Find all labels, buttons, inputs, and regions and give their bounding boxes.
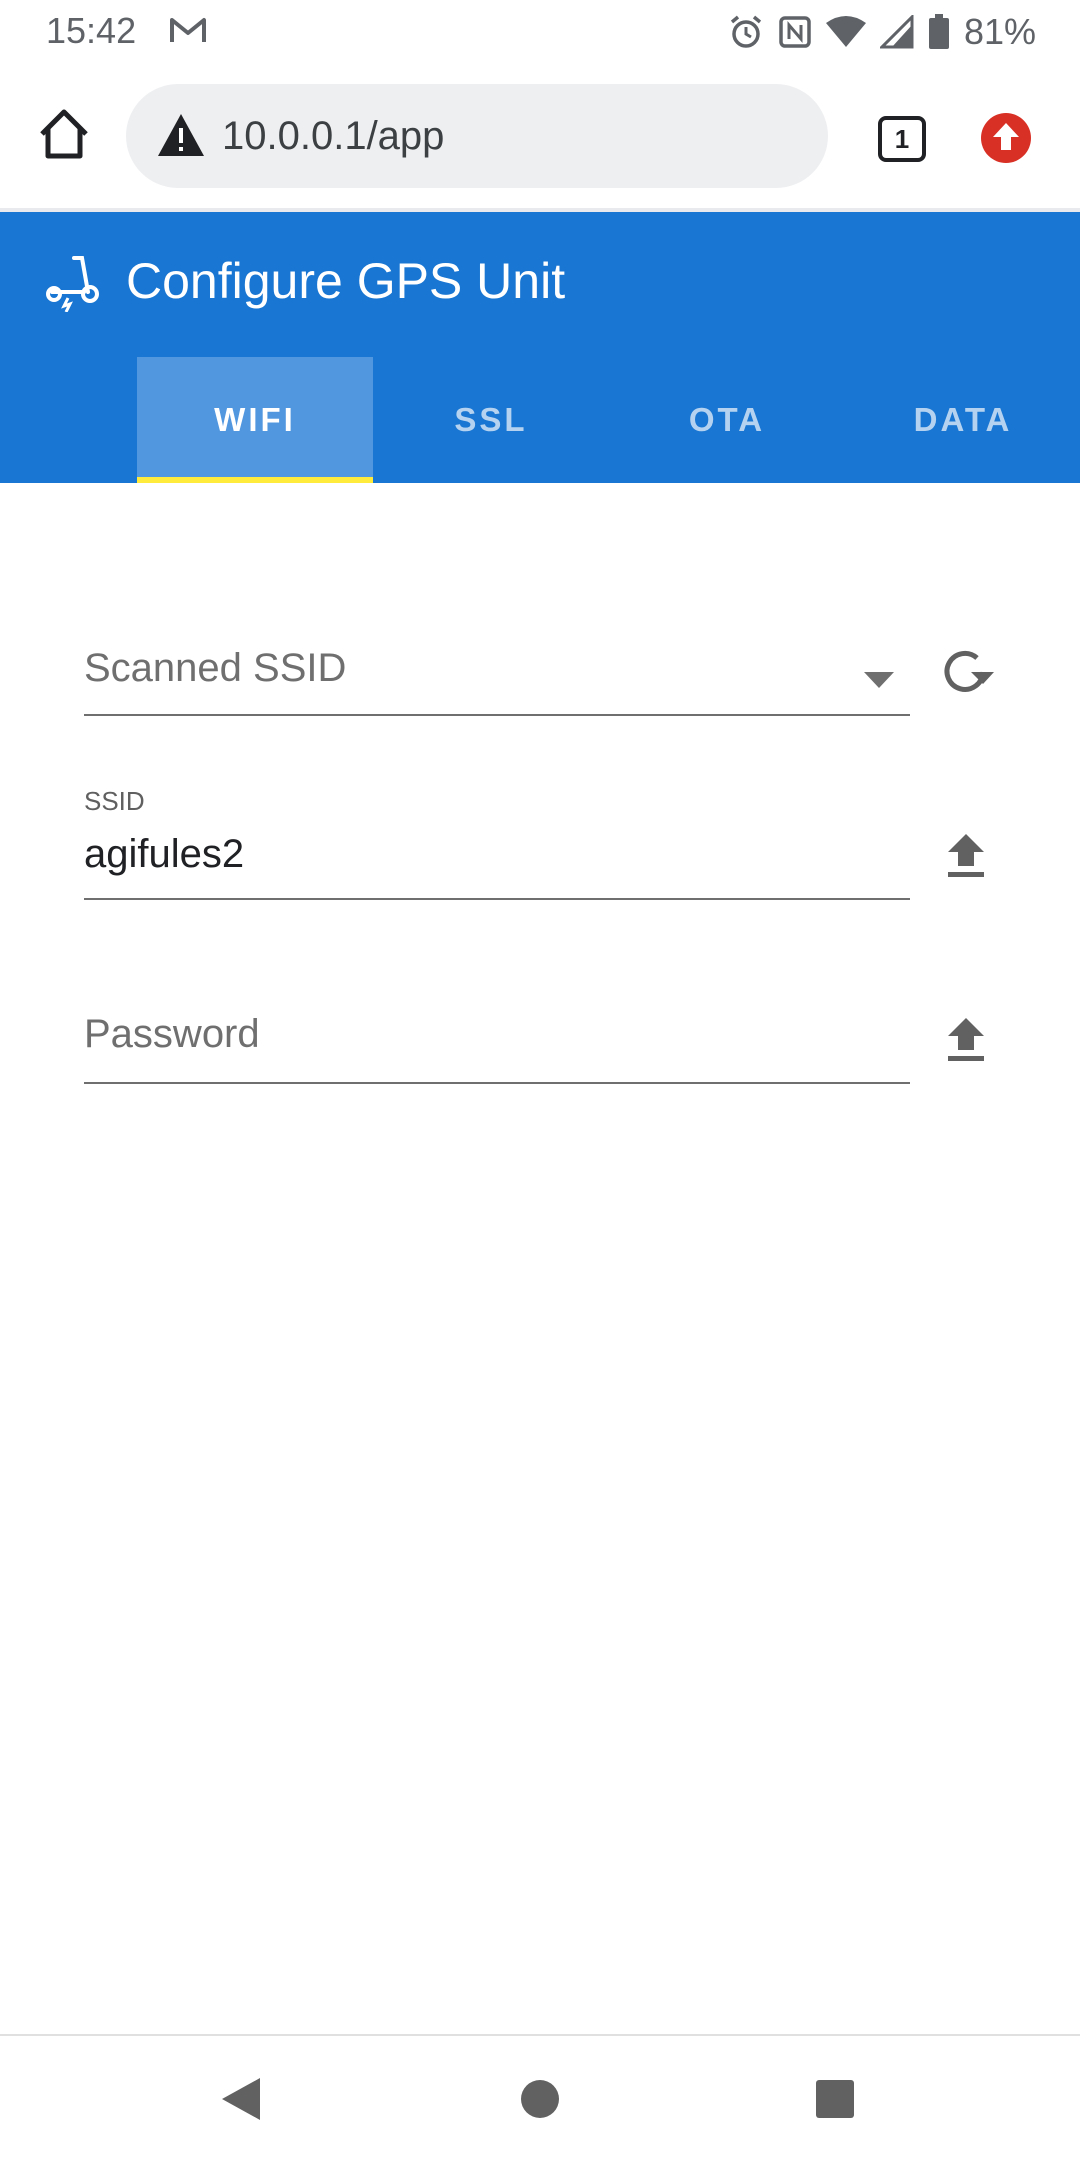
browser-toolbar: 10.0.0.1/app 1 [0,66,1080,212]
ssid-field[interactable]: SSID agifules2 [84,782,910,900]
gmail-icon [170,18,206,42]
scanned-ssid-placeholder: Scanned SSID [84,646,347,690]
scanned-ssid-underline [84,714,910,716]
page-title: Configure GPS Unit [126,253,566,309]
wifi-icon [825,16,866,47]
status-icons: 81% [728,10,1036,54]
password-field[interactable]: Password [84,1000,910,1084]
tab-switcher-button[interactable]: 1 [878,116,926,162]
back-icon[interactable] [216,2074,266,2124]
status-bar: 15:42 81% [0,0,1080,66]
recents-icon[interactable] [810,2074,860,2124]
home-icon[interactable] [36,106,92,162]
upload-password-icon[interactable] [936,1010,996,1070]
password-placeholder[interactable]: Password [84,1012,260,1057]
password-underline [84,1082,910,1084]
ssid-label: SSID [84,786,145,816]
tab-data[interactable]: DATA [845,357,1080,483]
scooter-icon [46,256,99,312]
nfc-icon [779,16,811,48]
scanned-ssid-select[interactable]: Scanned SSID [84,620,910,716]
alarm-icon [730,15,762,48]
upload-ssid-icon[interactable] [936,826,996,886]
url-text[interactable]: 10.0.0.1/app [222,114,444,159]
battery-icon [928,14,949,49]
chevron-down-icon[interactable] [864,672,894,688]
app-bar: Configure GPS Unit WIFI SSL OTA DATA [0,212,1080,483]
system-nav-bar [0,2034,1080,2162]
active-tab-indicator [137,477,373,483]
tab-wifi[interactable]: WIFI [137,357,373,483]
tab-ssl[interactable]: SSL [373,357,609,483]
ssid-underline [84,898,910,900]
update-available-icon[interactable] [980,112,1032,164]
nav-home-icon[interactable] [515,2074,565,2124]
refresh-icon[interactable] [936,642,996,702]
address-bar[interactable]: 10.0.0.1/app [126,84,828,188]
battery-level: 81% [963,11,1036,52]
warning-icon[interactable] [156,112,206,158]
ssid-value[interactable]: agifules2 [84,832,244,877]
tab-ota[interactable]: OTA [609,357,845,483]
status-time: 15:42 [46,10,137,51]
signal-icon [879,15,914,49]
